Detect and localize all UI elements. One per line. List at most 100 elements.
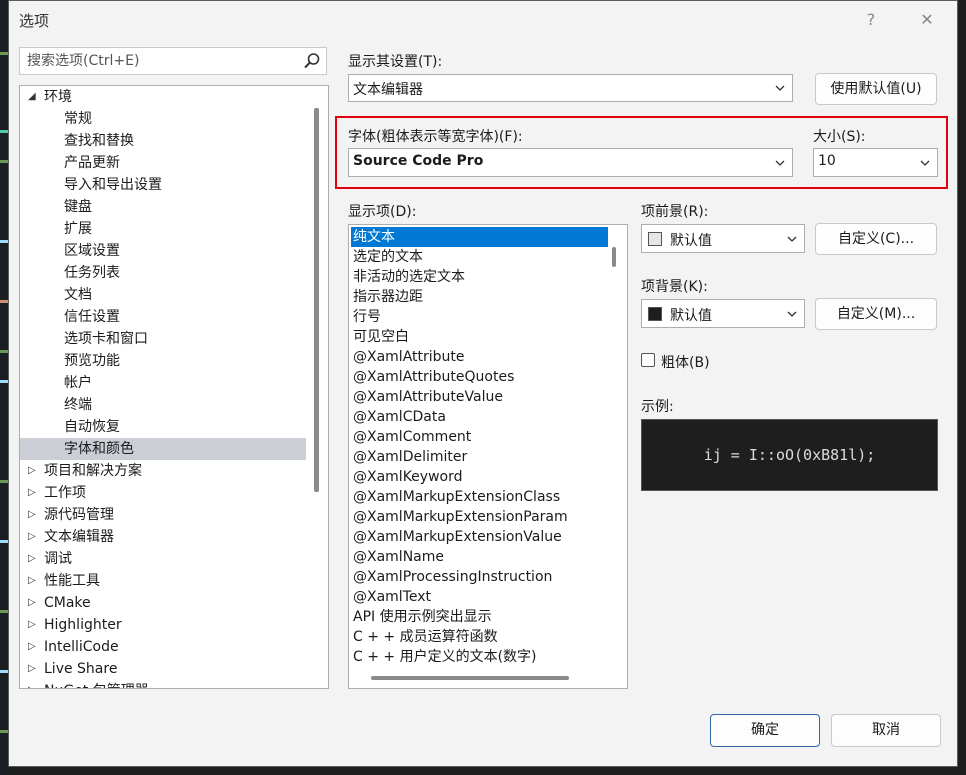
- list-item[interactable]: @XamlCData: [351, 407, 608, 427]
- collapsed-arrow-icon[interactable]: ▷: [28, 592, 36, 614]
- foreground-color-swatch: [648, 232, 662, 246]
- background-combo[interactable]: 默认值: [641, 299, 805, 328]
- display-items-list[interactable]: C + + 用户定义的文本(数字) C + + 成员运算符函数 API 使用示例突出…: [348, 224, 628, 689]
- tree-item[interactable]: ▷ 项目和解决方案: [20, 460, 306, 482]
- list-hscroll-thumb[interactable]: [371, 676, 569, 680]
- list-item[interactable]: @XamlText: [351, 587, 608, 607]
- tree-item-label: 项目和解决方案: [44, 463, 142, 479]
- tree-item-label: 任务列表: [64, 265, 120, 281]
- tree-item-label: 环境: [44, 89, 72, 105]
- collapsed-arrow-icon[interactable]: ▷: [28, 680, 36, 688]
- tree-item-label: 源代码管理: [44, 507, 114, 523]
- tree-item[interactable]: ▷ 源代码管理: [20, 504, 306, 526]
- bold-label[interactable]: 粗体(B): [661, 352, 710, 372]
- foreground-custom-button[interactable]: 自定义(C)...: [815, 223, 937, 255]
- list-item[interactable]: @XamlDelimiter: [351, 447, 608, 467]
- size-combo[interactable]: 10: [813, 148, 938, 177]
- tree-item-label: CMake: [44, 595, 91, 611]
- cancel-button[interactable]: 取消: [831, 714, 941, 747]
- tree-item[interactable]: 扩展: [20, 218, 306, 240]
- tree-item[interactable]: 常规: [20, 108, 306, 130]
- list-item[interactable]: @XamlMarkupExtensionParam: [351, 507, 608, 527]
- collapsed-arrow-icon[interactable]: ▷: [28, 460, 36, 482]
- tree-item[interactable]: ▷ Live Share: [20, 658, 306, 680]
- search-icon[interactable]: [302, 51, 322, 71]
- tree-item[interactable]: 产品更新: [20, 152, 306, 174]
- options-tree[interactable]: ▷ NuGet 包管理器 ▷ Live Share ▷ IntelliCode ▷ Highl…: [19, 85, 329, 689]
- collapsed-arrow-icon[interactable]: ▷: [28, 548, 36, 570]
- list-item[interactable]: @XamlAttributeQuotes: [351, 367, 608, 387]
- tree-item[interactable]: ▷ IntelliCode: [20, 636, 306, 658]
- tree-item[interactable]: 帐户: [20, 372, 306, 394]
- list-item[interactable]: 行号: [351, 307, 608, 327]
- tree-item[interactable]: 预览功能: [20, 350, 306, 372]
- font-value: Source Code Pro: [353, 153, 484, 169]
- list-item[interactable]: @XamlName: [351, 547, 608, 567]
- foreground-value: 默认值: [670, 233, 712, 249]
- use-defaults-button[interactable]: 使用默认值(U): [815, 73, 937, 105]
- collapsed-arrow-icon[interactable]: ▷: [28, 504, 36, 526]
- tree-item[interactable]: 文档: [20, 284, 306, 306]
- search-input[interactable]: [25, 52, 299, 70]
- ok-button[interactable]: 确定: [710, 714, 820, 747]
- title-bar[interactable]: 选项 ? ✕: [9, 1, 957, 39]
- bold-checkbox[interactable]: [641, 353, 655, 367]
- tree-item-label: 调试: [44, 551, 72, 567]
- settings-for-combo[interactable]: 文本编辑器: [348, 74, 793, 102]
- tree-item[interactable]: 终端: [20, 394, 306, 416]
- display-items-label: 显示项(D):: [348, 204, 417, 220]
- list-item[interactable]: C + + 成员运算符函数: [351, 627, 608, 647]
- sample-text: ij = I::oO(0xB81l);: [703, 446, 876, 464]
- list-vscroll-thumb[interactable]: [612, 247, 616, 267]
- tree-scrollbar-thumb[interactable]: [314, 108, 319, 492]
- list-item[interactable]: @XamlAttributeValue: [351, 387, 608, 407]
- list-item[interactable]: @XamlComment: [351, 427, 608, 447]
- collapsed-arrow-icon[interactable]: ▷: [28, 526, 36, 548]
- expanded-arrow-icon[interactable]: ◢: [28, 86, 36, 108]
- close-button[interactable]: ✕: [907, 5, 947, 35]
- collapsed-arrow-icon[interactable]: ▷: [28, 570, 36, 592]
- tree-item[interactable]: ▷ Highlighter: [20, 614, 306, 636]
- tree-item-label: IntelliCode: [44, 639, 119, 655]
- list-item[interactable]: @XamlMarkupExtensionClass: [351, 487, 608, 507]
- tree-item-label: 扩展: [64, 221, 92, 237]
- tree-item[interactable]: 信任设置: [20, 306, 306, 328]
- list-item[interactable]: @XamlProcessingInstruction: [351, 567, 608, 587]
- list-item[interactable]: @XamlKeyword: [351, 467, 608, 487]
- font-combo[interactable]: Source Code Pro: [348, 148, 793, 177]
- background-custom-button[interactable]: 自定义(M)...: [815, 298, 937, 330]
- tree-item[interactable]: 任务列表: [20, 262, 306, 284]
- list-item[interactable]: 选定的文本: [351, 247, 608, 267]
- tree-item[interactable]: 导入和导出设置: [20, 174, 306, 196]
- list-item[interactable]: 非活动的选定文本: [351, 267, 608, 287]
- dialog-title: 选项: [19, 12, 50, 30]
- tree-item[interactable]: ▷ 文本编辑器: [20, 526, 306, 548]
- tree-item[interactable]: 键盘: [20, 196, 306, 218]
- collapsed-arrow-icon[interactable]: ▷: [28, 636, 36, 658]
- list-item[interactable]: 指示器边距: [351, 287, 608, 307]
- collapsed-arrow-icon[interactable]: ▷: [28, 482, 36, 504]
- help-button[interactable]: ?: [851, 5, 891, 35]
- list-item[interactable]: @XamlMarkupExtensionValue: [351, 527, 608, 547]
- tree-item[interactable]: 字体和颜色: [20, 438, 306, 460]
- tree-item[interactable]: ▷ NuGet 包管理器: [20, 680, 306, 688]
- list-item[interactable]: @XamlAttribute: [351, 347, 608, 367]
- tree-item[interactable]: 选项卡和窗口: [20, 328, 306, 350]
- list-item[interactable]: 可见空白: [351, 327, 608, 347]
- foreground-combo[interactable]: 默认值: [641, 224, 805, 253]
- collapsed-arrow-icon[interactable]: ▷: [28, 614, 36, 636]
- tree-item[interactable]: ▷ CMake: [20, 592, 306, 614]
- list-item[interactable]: API 使用示例突出显示: [351, 607, 608, 627]
- chevron-down-icon: [775, 85, 785, 91]
- collapsed-arrow-icon[interactable]: ▷: [28, 658, 36, 680]
- tree-item[interactable]: 查找和替换: [20, 130, 306, 152]
- tree-item[interactable]: ◢ 环境: [20, 86, 306, 108]
- tree-item[interactable]: 自动恢复: [20, 416, 306, 438]
- list-item[interactable]: 纯文本: [351, 227, 608, 247]
- tree-item[interactable]: ▷ 性能工具: [20, 570, 306, 592]
- tree-item[interactable]: ▷ 调试: [20, 548, 306, 570]
- search-box[interactable]: [19, 47, 327, 75]
- list-item[interactable]: C + + 用户定义的文本(数字): [351, 647, 608, 667]
- tree-item[interactable]: 区域设置: [20, 240, 306, 262]
- tree-item[interactable]: ▷ 工作项: [20, 482, 306, 504]
